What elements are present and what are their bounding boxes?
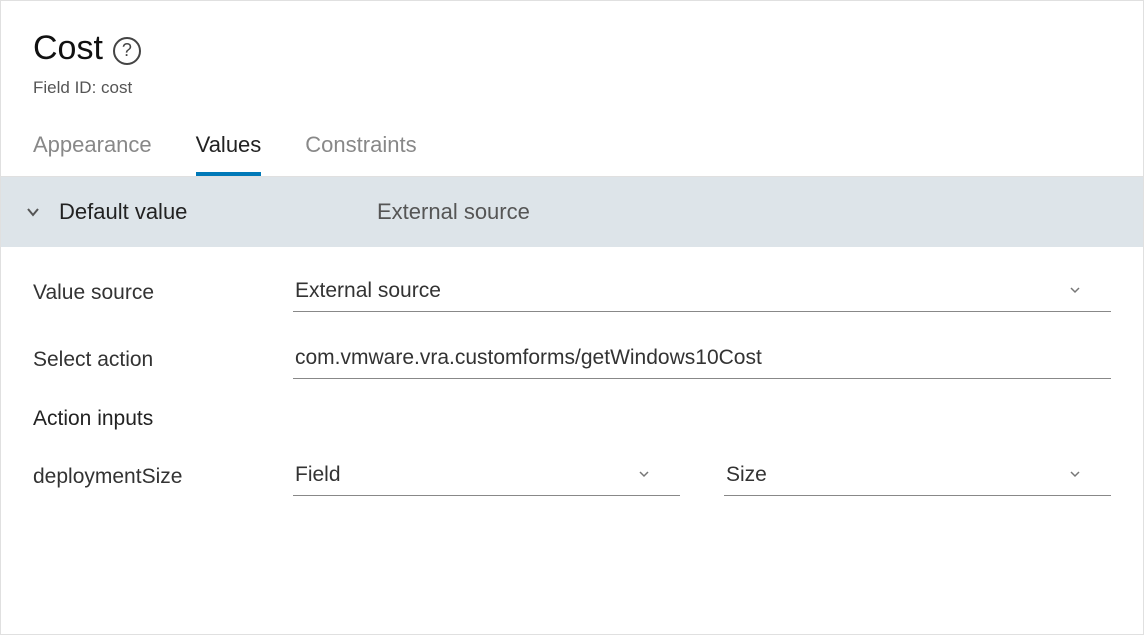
action-inputs-heading: Action inputs bbox=[33, 407, 1111, 431]
deployment-size-type-select[interactable]: Field bbox=[293, 457, 680, 496]
chevron-down-icon bbox=[1069, 283, 1081, 299]
select-action-label: Select action bbox=[33, 348, 293, 372]
tab-appearance[interactable]: Appearance bbox=[33, 132, 152, 176]
panel-title: Cost bbox=[33, 29, 103, 68]
deployment-size-type-value: Field bbox=[295, 463, 341, 487]
value-source-select[interactable]: External source bbox=[293, 273, 1111, 312]
default-value-section[interactable]: Default value External source bbox=[1, 177, 1143, 247]
deployment-size-pair: Field Size bbox=[293, 457, 1111, 496]
deployment-size-row: deploymentSize Field Size bbox=[33, 457, 1111, 496]
tab-values[interactable]: Values bbox=[196, 132, 262, 176]
select-action-input[interactable] bbox=[293, 340, 1111, 379]
value-source-selected: External source bbox=[295, 279, 441, 303]
panel-header: Cost ? Field ID: cost bbox=[1, 1, 1143, 106]
field-id-label: Field ID: cost bbox=[33, 78, 1111, 98]
form-area: Value source External source Select acti… bbox=[1, 247, 1143, 534]
section-value: External source bbox=[377, 199, 530, 225]
tab-constraints[interactable]: Constraints bbox=[305, 132, 416, 176]
title-row: Cost ? bbox=[33, 29, 1111, 68]
deployment-size-value-select[interactable]: Size bbox=[724, 457, 1111, 496]
tabs: Appearance Values Constraints bbox=[1, 106, 1143, 177]
select-action-row: Select action bbox=[33, 340, 1111, 379]
property-panel: Cost ? Field ID: cost Appearance Values … bbox=[0, 0, 1144, 635]
help-icon[interactable]: ? bbox=[113, 37, 141, 65]
chevron-down-icon[interactable] bbox=[25, 204, 41, 220]
chevron-down-icon bbox=[1069, 467, 1081, 483]
chevron-down-icon bbox=[638, 467, 650, 483]
deployment-size-label: deploymentSize bbox=[33, 465, 293, 489]
value-source-label: Value source bbox=[33, 281, 293, 305]
deployment-size-value: Size bbox=[726, 463, 767, 487]
section-label: Default value bbox=[59, 199, 359, 225]
value-source-row: Value source External source bbox=[33, 273, 1111, 312]
